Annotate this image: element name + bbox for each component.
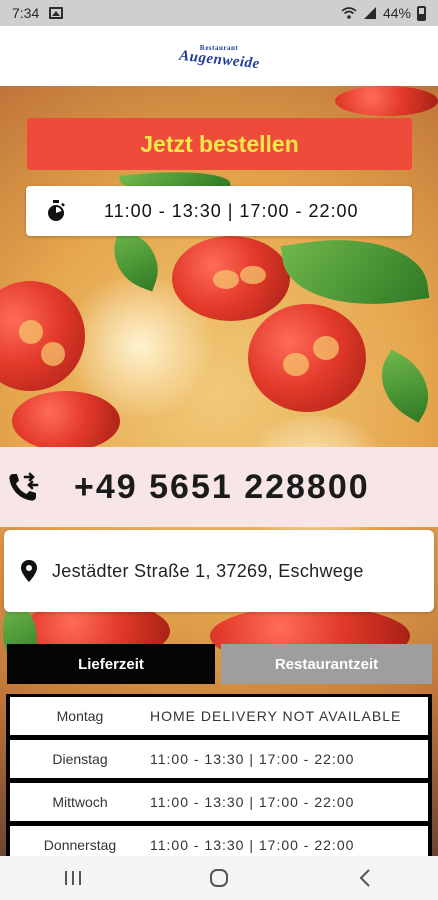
phone-forward-icon: [9, 472, 39, 501]
restaurant-logo: Restaurant Augenweide: [178, 44, 261, 72]
tab-delivery-label: Lieferzeit: [78, 655, 144, 673]
logo-main-text: Augenweide: [178, 47, 261, 72]
phone-call-bar[interactable]: +49 5651 228800: [0, 447, 438, 527]
schedule-table: Montag HOME DELIVERY NOT AVAILABLE Diens…: [6, 694, 432, 856]
tab-delivery-time[interactable]: Lieferzeit: [7, 644, 215, 684]
status-bar: 7:34 44%: [0, 0, 438, 26]
day-cell: Dienstag: [52, 751, 108, 767]
tomato-slice: [335, 86, 438, 116]
home-button[interactable]: [189, 856, 249, 900]
signal-icon: [363, 7, 376, 19]
hours-cell: 11:00 - 13:30 | 17:00 - 22:00: [150, 837, 355, 853]
gallery-icon: [49, 7, 64, 19]
recents-icon: [65, 871, 81, 885]
hours-cell: HOME DELIVERY NOT AVAILABLE: [150, 708, 402, 724]
table-row: Donnerstag 11:00 - 13:30 | 17:00 - 22:00: [10, 826, 428, 856]
tomato-slice: [172, 236, 290, 321]
tomato-slice: [12, 391, 120, 451]
wifi-icon: [341, 7, 357, 19]
status-left: 7:34: [12, 5, 64, 21]
stopwatch-icon: [46, 200, 66, 222]
back-button[interactable]: [335, 856, 395, 900]
table-row: Dienstag 11:00 - 13:30 | 17:00 - 22:00: [10, 740, 428, 778]
order-now-button[interactable]: Jetzt bestellen: [27, 118, 412, 170]
app-header: Restaurant Augenweide: [0, 26, 438, 86]
phone-number: +49 5651 228800: [74, 467, 370, 506]
table-row: Montag HOME DELIVERY NOT AVAILABLE: [10, 697, 428, 735]
back-icon: [359, 869, 370, 887]
hours-cell: 11:00 - 13:30 | 17:00 - 22:00: [150, 751, 355, 767]
tomato-slice: [248, 304, 366, 412]
basil-leaf: [366, 349, 438, 423]
battery-percent: 44%: [382, 5, 411, 21]
day-cell: Donnerstag: [43, 837, 117, 853]
tab-restaurant-label: Restaurantzeit: [274, 655, 379, 673]
order-now-label: Jetzt bestellen: [140, 130, 299, 157]
address-card[interactable]: Jestädter Straße 1, 37269, Eschwege: [4, 530, 434, 612]
system-nav-bar: [0, 856, 438, 900]
home-icon: [210, 869, 228, 887]
status-right: 44%: [341, 5, 426, 21]
hours-cell: 11:00 - 13:30 | 17:00 - 22:00: [150, 794, 355, 810]
address-text: Jestädter Straße 1, 37269, Eschwege: [52, 560, 364, 581]
tab-restaurant-time[interactable]: Restaurantzeit: [221, 644, 432, 684]
location-pin-icon: [21, 560, 37, 582]
day-cell: Mittwoch: [52, 794, 108, 810]
opening-hours-card: 11:00 - 13:30 | 17:00 - 22:00: [26, 186, 412, 236]
recents-button[interactable]: [43, 856, 103, 900]
day-cell: Montag: [56, 708, 104, 724]
status-time: 7:34: [12, 5, 40, 21]
table-row: Mittwoch 11:00 - 13:30 | 17:00 - 22:00: [10, 783, 428, 821]
opening-hours-text: 11:00 - 13:30 | 17:00 - 22:00: [104, 200, 359, 221]
battery-icon: [417, 5, 426, 21]
